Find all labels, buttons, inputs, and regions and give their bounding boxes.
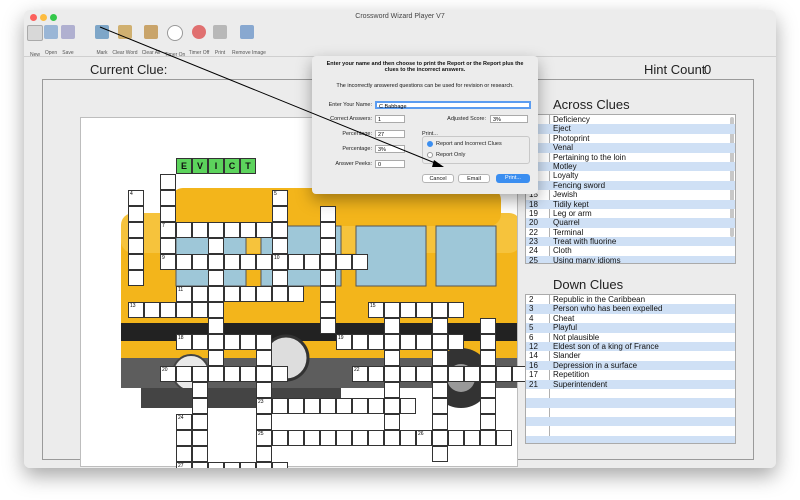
annotation-arrow <box>99 26 444 167</box>
